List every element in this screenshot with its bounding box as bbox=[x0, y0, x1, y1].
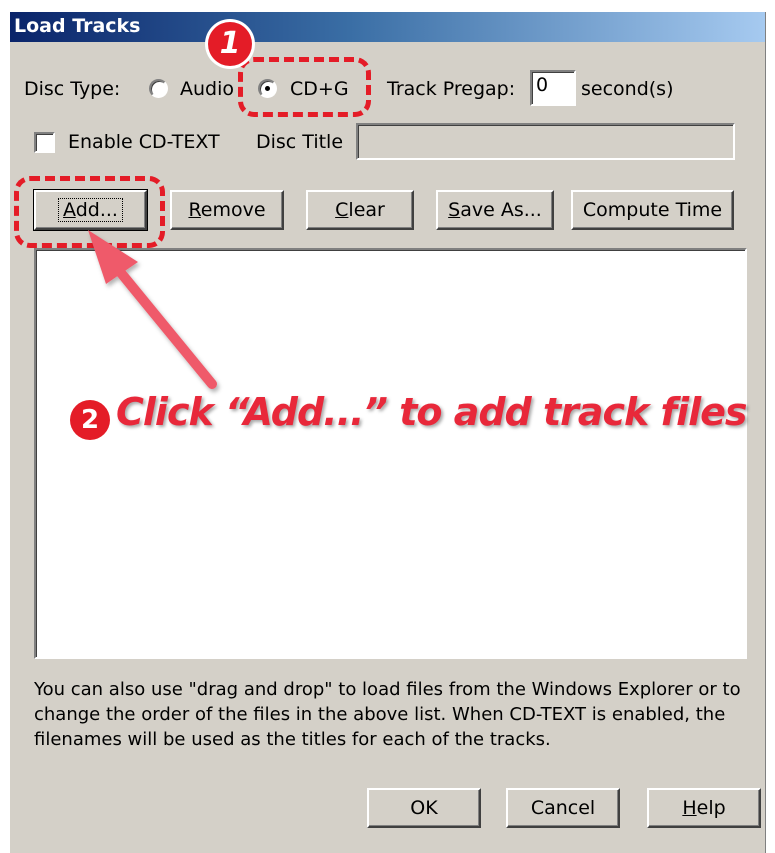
step-2-callout-text: Click “Add...” to add track files bbox=[116, 390, 748, 434]
step-2-badge: 2 bbox=[70, 400, 110, 440]
